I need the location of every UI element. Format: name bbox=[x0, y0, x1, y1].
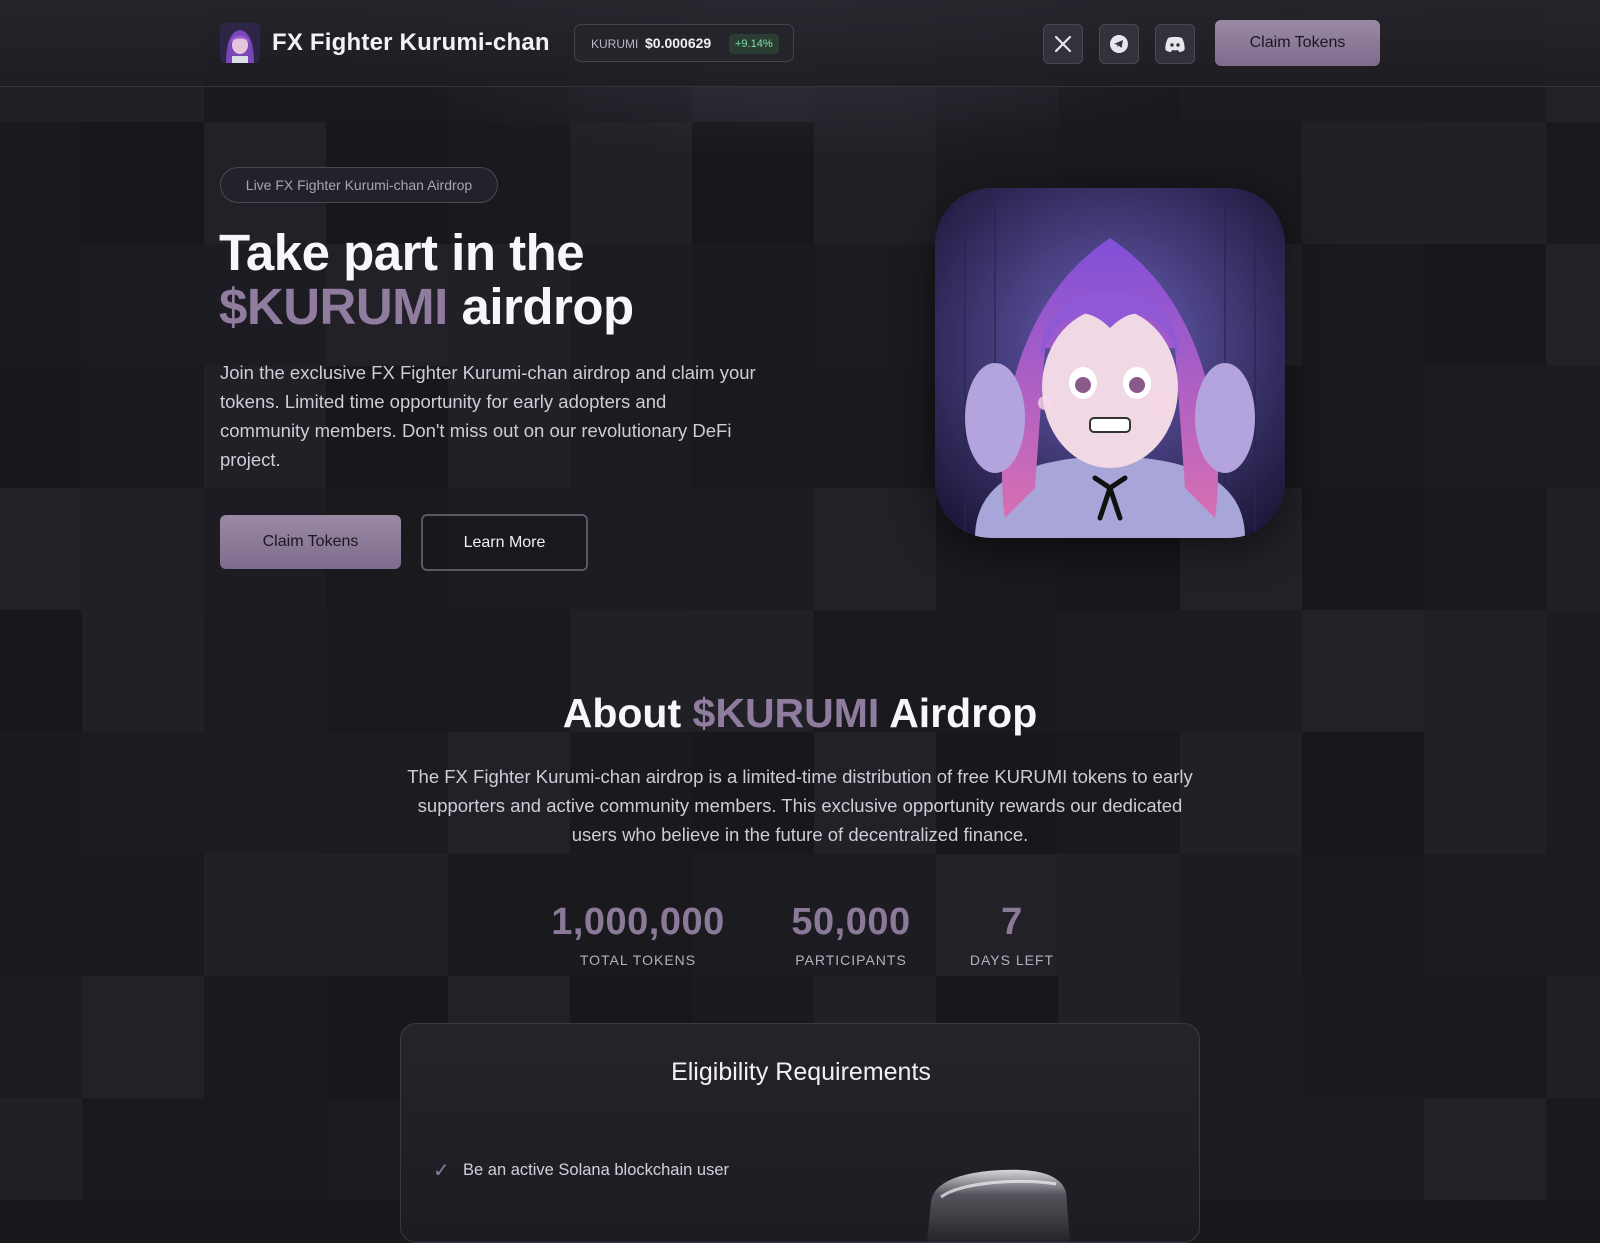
background-tile bbox=[1424, 732, 1546, 854]
telegram-social-button[interactable] bbox=[1099, 24, 1139, 64]
background-tile bbox=[0, 854, 82, 976]
background-tile bbox=[1180, 854, 1302, 976]
about-section-title: About $KURUMI Airdrop bbox=[0, 690, 1600, 737]
stat-label: DAYS LEFT bbox=[969, 952, 1055, 968]
background-tile bbox=[1546, 732, 1600, 854]
background-tile bbox=[1424, 976, 1546, 1098]
background-tile bbox=[204, 1098, 326, 1200]
learn-more-button[interactable]: Learn More bbox=[421, 514, 588, 571]
hero-title: Take part in the $KURUMI airdrop bbox=[219, 226, 634, 334]
ticker-change-badge: +9.14% bbox=[729, 34, 779, 54]
logo-avatar[interactable] bbox=[220, 23, 260, 63]
background-tile bbox=[1546, 854, 1600, 976]
stat-participants: 50,000 PARTICIPANTS bbox=[781, 900, 921, 968]
background-tile bbox=[0, 732, 82, 854]
stat-label: TOTAL TOKENS bbox=[579, 952, 697, 968]
background-tile bbox=[204, 976, 326, 1098]
stat-label: PARTICIPANTS bbox=[795, 952, 907, 968]
hero-title-rest: airdrop bbox=[447, 278, 635, 335]
background-tile bbox=[1424, 854, 1546, 976]
check-icon: ✓ bbox=[433, 1160, 450, 1182]
background-tile bbox=[1302, 854, 1424, 976]
background-tile bbox=[0, 1098, 82, 1200]
hero-title-accent: $KURUMI bbox=[219, 278, 448, 335]
about-title-post: Airdrop bbox=[879, 690, 1038, 736]
brand-name[interactable]: FX Fighter Kurumi-chan bbox=[272, 29, 550, 57]
requirement-item: ✓ Be an active Solana blockchain user bbox=[433, 1158, 729, 1183]
stat-value: 7 bbox=[1001, 901, 1023, 943]
background-tile bbox=[204, 732, 326, 854]
stat-days-left: 7 DAYS LEFT bbox=[962, 900, 1062, 968]
discord-social-button[interactable] bbox=[1155, 24, 1195, 64]
telegram-icon bbox=[1110, 35, 1128, 53]
background-tile bbox=[1546, 976, 1600, 1098]
background-tile bbox=[1058, 854, 1180, 976]
background-tile bbox=[1546, 1098, 1600, 1200]
price-ticker: KURUMI $0.000629 +9.14% bbox=[574, 24, 794, 62]
stat-value: 50,000 bbox=[791, 901, 911, 943]
background-glow bbox=[0, 0, 1600, 700]
x-icon bbox=[1054, 35, 1072, 53]
stat-total-tokens: 1,000,000 TOTAL TOKENS bbox=[548, 900, 728, 968]
discord-icon bbox=[1165, 36, 1185, 52]
background-tile bbox=[82, 854, 204, 976]
hero-title-line1: Take part in the bbox=[219, 224, 585, 281]
about-title-accent: $KURUMI bbox=[692, 690, 880, 736]
background-tile bbox=[1302, 1098, 1424, 1200]
x-social-button[interactable] bbox=[1043, 24, 1083, 64]
ticker-price: $0.000629 bbox=[645, 35, 712, 51]
eligibility-title: Eligibility Requirements bbox=[671, 1058, 931, 1086]
stat-value: 1,000,000 bbox=[551, 901, 725, 943]
background-tile bbox=[326, 854, 448, 976]
hero-character-image bbox=[935, 188, 1285, 538]
top-navbar: FX Fighter Kurumi-chan KURUMI $0.000629 … bbox=[0, 0, 1600, 87]
background-tile bbox=[82, 1098, 204, 1200]
about-title-pre: About bbox=[562, 690, 693, 736]
background-tile bbox=[0, 976, 82, 1098]
requirement-text: Be an active Solana blockchain user bbox=[463, 1161, 729, 1179]
wallet-illustration bbox=[921, 1142, 1081, 1242]
background-tile bbox=[204, 854, 326, 976]
hero-description: Join the exclusive FX Fighter Kurumi-cha… bbox=[220, 362, 756, 470]
background-tile bbox=[1424, 1098, 1546, 1200]
ticker-symbol: KURUMI bbox=[591, 37, 639, 51]
hero-claim-tokens-button[interactable]: Claim Tokens bbox=[220, 515, 401, 569]
header-claim-tokens-button[interactable]: Claim Tokens bbox=[1215, 20, 1380, 66]
live-airdrop-badge: Live FX Fighter Kurumi-chan Airdrop bbox=[220, 167, 498, 203]
background-tile bbox=[1302, 732, 1424, 854]
background-tile bbox=[82, 732, 204, 854]
about-description: The FX Fighter Kurumi-chan airdrop is a … bbox=[407, 766, 1193, 845]
eligibility-card: Eligibility Requirements ✓ Be an active … bbox=[400, 1023, 1200, 1243]
background-tile bbox=[82, 976, 204, 1098]
background-tile bbox=[1302, 976, 1424, 1098]
